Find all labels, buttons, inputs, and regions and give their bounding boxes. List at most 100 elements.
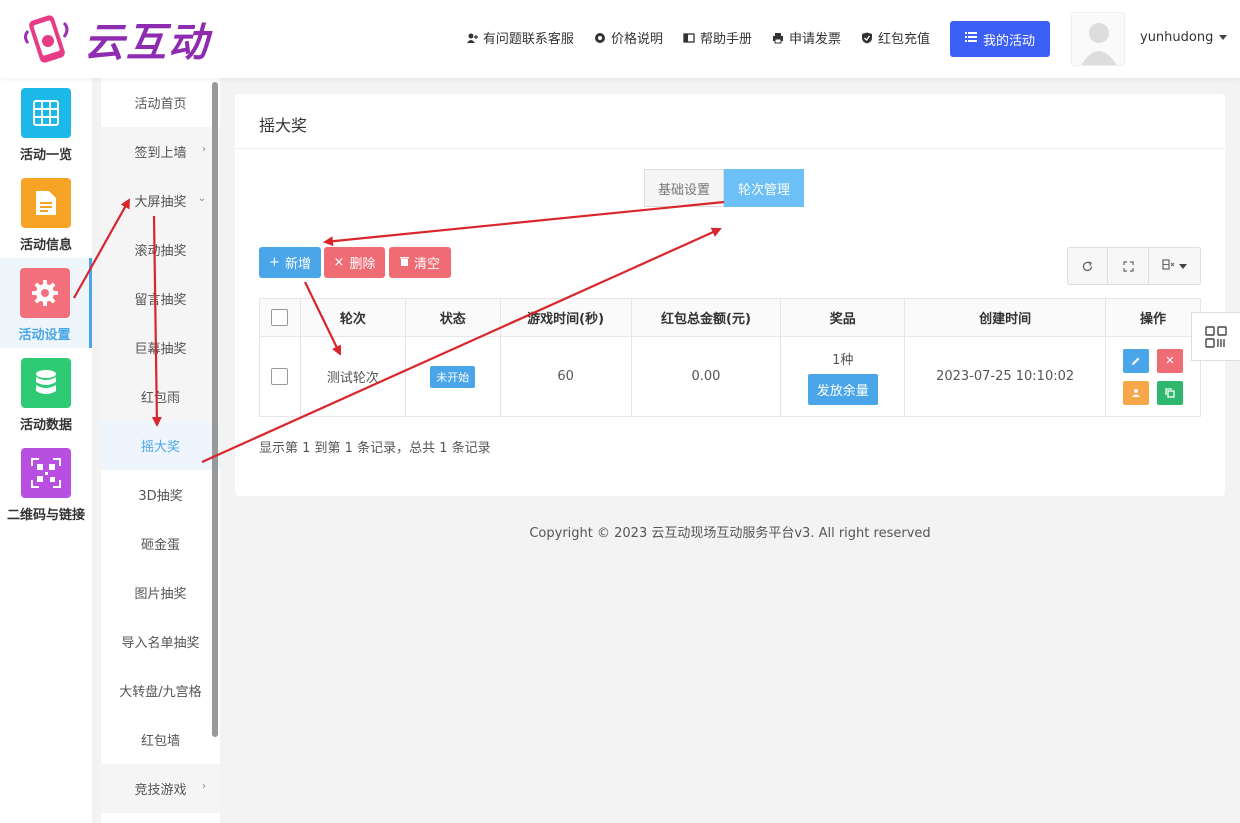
subnav-item-activity-home[interactable]: 活动首页 [101, 78, 220, 127]
primary-sidebar: 活动一览 活动信息 活动设置 活动数据 二维码与链接 [0, 78, 92, 823]
sidebar-item-qrcode-links[interactable]: 二维码与链接 [0, 438, 92, 528]
divider [235, 148, 1225, 149]
nav-help-manual[interactable]: 帮助手册 [683, 28, 752, 47]
subnav-label: 红包墙 [140, 734, 180, 749]
tab-round-management[interactable]: 轮次管理 [724, 169, 805, 207]
fullscreen-icon[interactable] [1108, 248, 1149, 284]
subnav-item-scroll-lottery[interactable]: 滚动抽奖 [101, 225, 220, 274]
game-time: 60 [499, 336, 632, 417]
sidebar-item-label: 活动设置 [18, 328, 71, 343]
subnav-item-golden-egg[interactable]: 砸金蛋 [101, 519, 220, 568]
grid-icon [21, 88, 71, 138]
sidebar-item-activity-data[interactable]: 活动数据 [0, 348, 92, 438]
select-all-checkbox[interactable] [271, 309, 289, 326]
distribute-remaining-button[interactable]: 发放余量 [807, 373, 878, 405]
trash-icon [399, 255, 409, 270]
close-icon[interactable]: ✕ [1157, 348, 1183, 373]
column-header: 轮次 [299, 298, 406, 337]
subnav-item-giant-screen-lottery[interactable]: 巨幕抽奖 [101, 323, 220, 372]
sidebar-item-label: 二维码与链接 [6, 508, 85, 523]
add-button[interactable]: + 新增 [259, 247, 321, 278]
sidebar-item-label: 活动信息 [19, 238, 72, 253]
top-navigation: 有问题联系客服 价格说明 帮助手册 申请发票 红包充值 [466, 28, 930, 47]
nav-contact-support[interactable]: 有问题联系客服 [466, 28, 574, 47]
subnav-item-red-packet-rain[interactable]: 红包雨 [101, 372, 220, 421]
subnav-item-checkin-wall[interactable]: 签到上墙 › [101, 127, 220, 176]
database-icon [21, 358, 71, 408]
sidebar-item-activity-info[interactable]: 活动信息 [0, 168, 92, 258]
user-plus-icon [466, 32, 478, 44]
sidebar-item-activity-settings[interactable]: 活动设置 [0, 258, 92, 348]
column-header: 状态 [404, 298, 501, 337]
subnav-item-competitive-games[interactable]: 竞技游戏 › [101, 764, 220, 813]
copy-icon[interactable] [1157, 380, 1183, 405]
top-header: 云互动 有问题联系客服 价格说明 帮助手册 申请发票 红包充值 我的活动 yun… [0, 0, 1240, 78]
sidebar-item-label: 活动一览 [19, 148, 72, 163]
brand-name: 云互动 [84, 20, 210, 66]
floating-qrcode-button[interactable] [1191, 312, 1240, 361]
subnav-item-wheel-grid[interactable]: 大转盘/九宫格 [101, 666, 220, 715]
chevron-down-icon [1219, 35, 1228, 40]
edit-icon[interactable] [1123, 348, 1149, 373]
prize-cell: 1种 发放余量 [780, 336, 906, 417]
user-menu[interactable]: yunhudong [1140, 30, 1228, 45]
subnav-item-screen-lottery[interactable]: 大屏抽奖 ⌄ [101, 176, 220, 225]
subnav-label: 活动首页 [134, 97, 187, 112]
tab-bar: 基础设置 轮次管理 [644, 169, 805, 207]
chevron-down-icon [1178, 263, 1187, 269]
avatar-placeholder-icon [1072, 13, 1124, 65]
clear-button[interactable]: 清空 [389, 247, 451, 278]
phone-logo-icon [24, 15, 69, 63]
column-header: 奖品 [780, 298, 906, 337]
refresh-icon[interactable] [1068, 248, 1109, 284]
column-header: 红包总金额(元) [630, 298, 782, 337]
chevron-down-icon: ⌄ [197, 193, 206, 204]
subnav-label: 图片抽奖 [134, 587, 187, 602]
delete-button[interactable]: × 删除 [324, 247, 385, 278]
subnav-item-image-lottery[interactable]: 图片抽奖 [101, 568, 220, 617]
created-time: 2023-07-25 10:10:02 [904, 336, 1106, 417]
clear-button-label: 清空 [413, 257, 440, 272]
nav-pricing[interactable]: 价格说明 [594, 28, 663, 47]
page-title: 摇大奖 [259, 116, 308, 135]
nav-help-label: 帮助手册 [699, 32, 752, 47]
subnav-label: 滚动抽奖 [134, 244, 187, 259]
chevron-right-icon: › [202, 144, 206, 155]
close-icon: × [333, 255, 345, 270]
subnav-label: 大屏抽奖 [134, 195, 187, 210]
subnav-item-import-list-lottery[interactable]: 导入名单抽奖 [101, 617, 220, 666]
columns-toggle-button[interactable] [1149, 248, 1200, 284]
tab-basic-settings[interactable]: 基础设置 [644, 169, 725, 207]
nav-contact-label: 有问题联系客服 [482, 32, 574, 47]
column-header: 创建时间 [904, 298, 1106, 337]
brand-logo[interactable]: 云互动 [20, 10, 210, 68]
subnav-item-message-lottery[interactable]: 留言抽奖 [101, 274, 220, 323]
nav-recharge[interactable]: 红包充值 [861, 28, 930, 47]
sidebar-item-activity-overview[interactable]: 活动一览 [0, 78, 92, 168]
table-toolbar [1067, 247, 1201, 285]
avatar[interactable] [1071, 12, 1125, 66]
my-activity-button[interactable]: 我的活动 [950, 21, 1050, 57]
operations-cell: ✕ [1105, 336, 1201, 417]
footer-copyright: Copyright © 2023 云互动现场互动服务平台v3. All righ… [529, 526, 931, 541]
row-select-cell [259, 336, 301, 417]
sidebar-scrollbar[interactable] [212, 82, 218, 737]
subnav-label: 签到上墙 [134, 146, 187, 161]
shield-check-icon [861, 32, 873, 44]
nav-invoice[interactable]: 申请发票 [772, 28, 841, 47]
status-badge: 未开始 [430, 365, 476, 388]
printer-icon [772, 32, 784, 44]
sidebar-item-label: 活动数据 [19, 418, 72, 433]
subnav-label: 3D抽奖 [138, 489, 183, 504]
list-icon [964, 31, 977, 47]
user-icon[interactable] [1123, 380, 1149, 405]
subnav-item-red-packet-wall[interactable]: 红包墙 [101, 715, 220, 764]
subnav-item-shake-prize[interactable]: 摇大奖 [101, 421, 220, 470]
select-all-cell [259, 298, 301, 337]
table-row: 测试轮次 未开始 60 0.00 1种 发放余量 2023-07-25 10:1… [259, 336, 1201, 417]
row-checkbox[interactable] [271, 368, 289, 385]
subnav-item-3d-lottery[interactable]: 3D抽奖 [101, 470, 220, 519]
plus-icon: + [269, 255, 280, 270]
book-icon [683, 32, 695, 44]
gear-icon [594, 32, 606, 44]
